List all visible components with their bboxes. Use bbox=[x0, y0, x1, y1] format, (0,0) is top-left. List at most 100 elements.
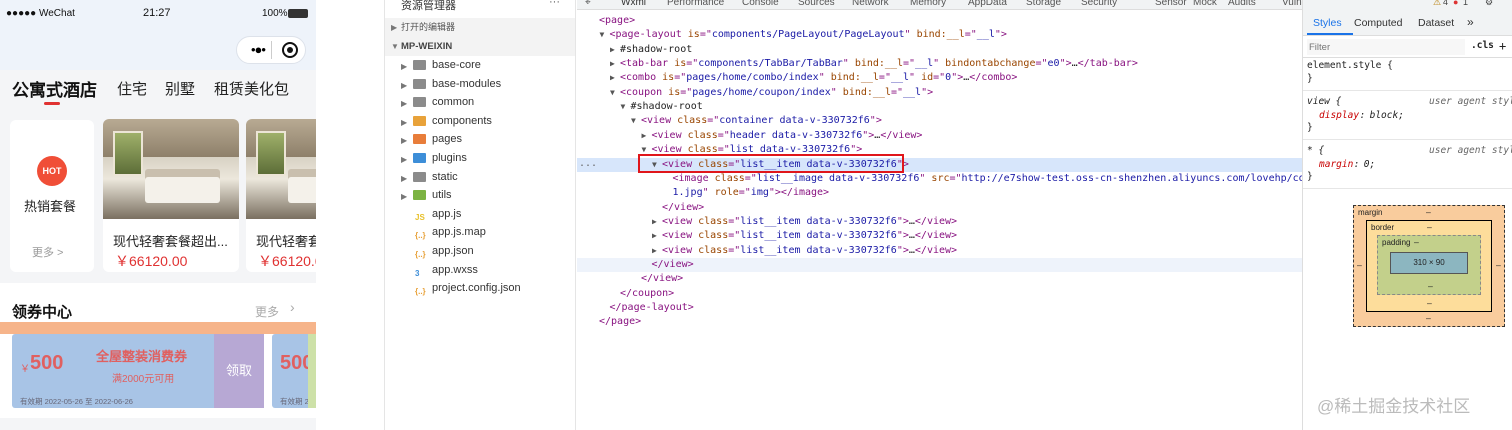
tab-network[interactable]: Network bbox=[852, 0, 889, 8]
hot-more-link[interactable]: 更多 > bbox=[32, 244, 63, 260]
explorer-file[interactable]: 3 app.wxss bbox=[385, 261, 575, 280]
dom-node-line[interactable]: ▶ <tab-bar is="components/TabBar/TabBar" … bbox=[577, 57, 1302, 71]
expand-right-icon[interactable]: ▶ bbox=[652, 229, 662, 243]
tab-storage[interactable]: Storage bbox=[1026, 0, 1061, 8]
tab-sources[interactable]: Sources bbox=[798, 0, 835, 8]
inspect-cursor-icon[interactable]: ⌖ bbox=[585, 0, 591, 8]
expand-right-icon[interactable]: ▶ bbox=[642, 129, 652, 143]
explorer-folder-pages[interactable]: ▶ pages bbox=[385, 130, 575, 149]
expand-right-icon[interactable]: ▶ bbox=[652, 244, 662, 258]
tab-console[interactable]: Console bbox=[742, 0, 779, 8]
settings-gear-icon[interactable]: ⚙ bbox=[1485, 0, 1493, 8]
rule-selector[interactable]: view { bbox=[1307, 96, 1341, 107]
dom-node-line[interactable]: </coupon> bbox=[577, 287, 1302, 301]
expand-right-icon[interactable]: ▶ bbox=[610, 43, 620, 57]
more-tabs-icon[interactable]: » bbox=[1467, 15, 1474, 29]
menu-capsule[interactable]: •●• bbox=[236, 36, 306, 64]
explorer-file[interactable]: {..} app.json bbox=[385, 242, 575, 261]
tab-sensor[interactable]: Sensor bbox=[1155, 0, 1187, 8]
explorer-file[interactable]: {..} project.config.json bbox=[385, 279, 575, 298]
rule-selector[interactable]: * { bbox=[1307, 145, 1324, 156]
product-image bbox=[103, 119, 239, 219]
explorer-folder-plugins[interactable]: ▶ plugins bbox=[385, 149, 575, 168]
dom-node-line[interactable]: </page-layout> bbox=[577, 301, 1302, 315]
explorer-folder-base-modules[interactable]: ▶ base-modules bbox=[385, 75, 575, 94]
dom-node-line[interactable]: <page> bbox=[577, 14, 1302, 28]
expand-right-icon[interactable]: ▶ bbox=[610, 71, 620, 85]
chevron-right-icon[interactable]: › bbox=[290, 299, 295, 315]
dom-node-line[interactable]: </page> bbox=[577, 315, 1302, 329]
dom-node-line[interactable]: ▼ <page-layout is="components/PageLayout/… bbox=[577, 28, 1302, 42]
coupon-more-link[interactable]: 更多 bbox=[255, 303, 279, 320]
dom-node-line[interactable]: ▶ #shadow-root bbox=[577, 43, 1302, 57]
tab-performance[interactable]: Performance bbox=[667, 0, 724, 8]
tab-wxml[interactable]: Wxml bbox=[621, 0, 646, 8]
explorer-file[interactable]: JS app.js bbox=[385, 205, 575, 224]
tab-security[interactable]: Security bbox=[1081, 0, 1117, 8]
product-card[interactable]: 现代轻奢套 ￥66120.0 bbox=[246, 119, 316, 272]
more-icon[interactable]: ··· bbox=[549, 0, 560, 8]
dom-node-line[interactable]: ▶ <view class="list__item data-v-330732f6… bbox=[577, 229, 1302, 243]
product-card[interactable]: 现代轻奢套餐超出... ￥66120.00 bbox=[103, 119, 239, 272]
dom-node-line[interactable]: 1.jpg" role="img"></image> bbox=[577, 186, 1302, 200]
tab-dataset[interactable]: Dataset bbox=[1418, 17, 1454, 29]
rule-selector[interactable]: element.style { bbox=[1307, 60, 1393, 71]
hot-package-card[interactable]: HOT 热销套餐 更多 > bbox=[10, 120, 94, 272]
property-name[interactable]: display bbox=[1319, 110, 1359, 121]
issue-counters[interactable]: ⚠ 4 ● 1 ⚙ bbox=[1303, 0, 1512, 12]
node-menu-dots[interactable]: ... bbox=[579, 158, 597, 169]
dom-token: <tab-bar bbox=[620, 58, 675, 70]
explorer-folder-components[interactable]: ▶ components bbox=[385, 112, 575, 131]
tab-computed[interactable]: Computed bbox=[1354, 17, 1402, 29]
open-editors-section[interactable]: ▶ 打开的编辑器 bbox=[385, 18, 575, 37]
dom-node-line[interactable]: ▶ <view class="header data-v-330732f6">…<… bbox=[577, 129, 1302, 143]
explorer-file[interactable]: {..} app.js.map bbox=[385, 223, 575, 242]
project-section[interactable]: ▼ MP-WEIXIN bbox=[385, 37, 575, 56]
dom-node-line[interactable]: </view> bbox=[577, 201, 1302, 215]
dom-token: =" bbox=[744, 172, 757, 184]
property-value[interactable]: block; bbox=[1370, 110, 1404, 121]
property-value[interactable]: 0; bbox=[1364, 159, 1375, 170]
dom-node-line[interactable]: </view> bbox=[577, 272, 1302, 286]
claim-button[interactable]: 领取 bbox=[214, 334, 264, 408]
expand-right-icon[interactable]: ▶ bbox=[652, 215, 662, 229]
tab-residence[interactable]: 住宅 bbox=[117, 78, 147, 99]
dom-node-line[interactable]: <image class="list__image data-v-330732f… bbox=[577, 172, 1335, 186]
explorer-folder-static[interactable]: ▶ static bbox=[385, 168, 575, 187]
filter-input[interactable] bbox=[1307, 39, 1465, 55]
expand-down-icon[interactable]: ▼ bbox=[600, 28, 610, 42]
explorer-folder-base-core[interactable]: ▶ base-core bbox=[385, 56, 575, 75]
expand-right-icon[interactable]: ▶ bbox=[610, 57, 620, 71]
tab-mock[interactable]: Mock bbox=[1193, 0, 1217, 8]
tab-memory[interactable]: Memory bbox=[910, 0, 946, 8]
dom-node-line[interactable]: ▼ <view class="container data-v-330732f6"… bbox=[577, 114, 1302, 128]
expand-down-icon[interactable]: ▼ bbox=[610, 86, 620, 100]
dom-token: __l bbox=[915, 58, 934, 70]
coupon-card[interactable]: ￥ 500 全屋整装消费券 满2000元可用 有效期 2022-05-26 至 … bbox=[12, 334, 264, 408]
expand-down-icon[interactable]: ▼ bbox=[631, 114, 641, 128]
dom-token: list__item data-v-330732f6 bbox=[740, 230, 897, 242]
dom-node-line[interactable]: ▶ <view class="list__item data-v-330732f6… bbox=[577, 215, 1302, 229]
add-rule-button[interactable]: + bbox=[1499, 39, 1506, 53]
dom-node-line[interactable]: </view> bbox=[577, 257, 1302, 272]
explorer-folder-utils[interactable]: ▶ utils bbox=[385, 186, 575, 205]
tab-vulnerability[interactable]: Vulnerability bbox=[1282, 0, 1302, 8]
tab-rental-package[interactable]: 租赁美化包 bbox=[214, 78, 289, 99]
more-dots-icon[interactable]: •●• bbox=[251, 42, 266, 57]
tab-villa[interactable]: 别墅 bbox=[165, 78, 195, 99]
tab-styles[interactable]: Styles bbox=[1313, 17, 1342, 29]
close-circle-icon[interactable] bbox=[282, 42, 298, 58]
dom-node-line[interactable]: ▶ <view class="list__item data-v-330732f6… bbox=[577, 244, 1302, 258]
tab-audits[interactable]: Audits bbox=[1228, 0, 1256, 8]
explorer-folder-common[interactable]: ▶ common bbox=[385, 93, 575, 112]
cls-toggle[interactable]: .cls bbox=[1471, 40, 1494, 51]
property-name[interactable]: margin bbox=[1319, 159, 1353, 170]
dom-node-line[interactable]: ▼ <coupon is="pages/home/coupon/index" bi… bbox=[577, 86, 1302, 100]
expand-down-icon[interactable]: ▼ bbox=[621, 100, 631, 114]
coupon-card[interactable]: 500 有效期 20 bbox=[272, 334, 316, 408]
dom-token: __l bbox=[903, 86, 922, 98]
tab-apartment-hotel[interactable]: 公寓式酒店 bbox=[12, 76, 97, 101]
dom-node-line[interactable]: ▶ <combo is="pages/home/combo/index" bind… bbox=[577, 71, 1302, 85]
dom-node-line[interactable]: ▼ #shadow-root bbox=[577, 100, 1302, 114]
tab-appdata[interactable]: AppData bbox=[968, 0, 1007, 8]
